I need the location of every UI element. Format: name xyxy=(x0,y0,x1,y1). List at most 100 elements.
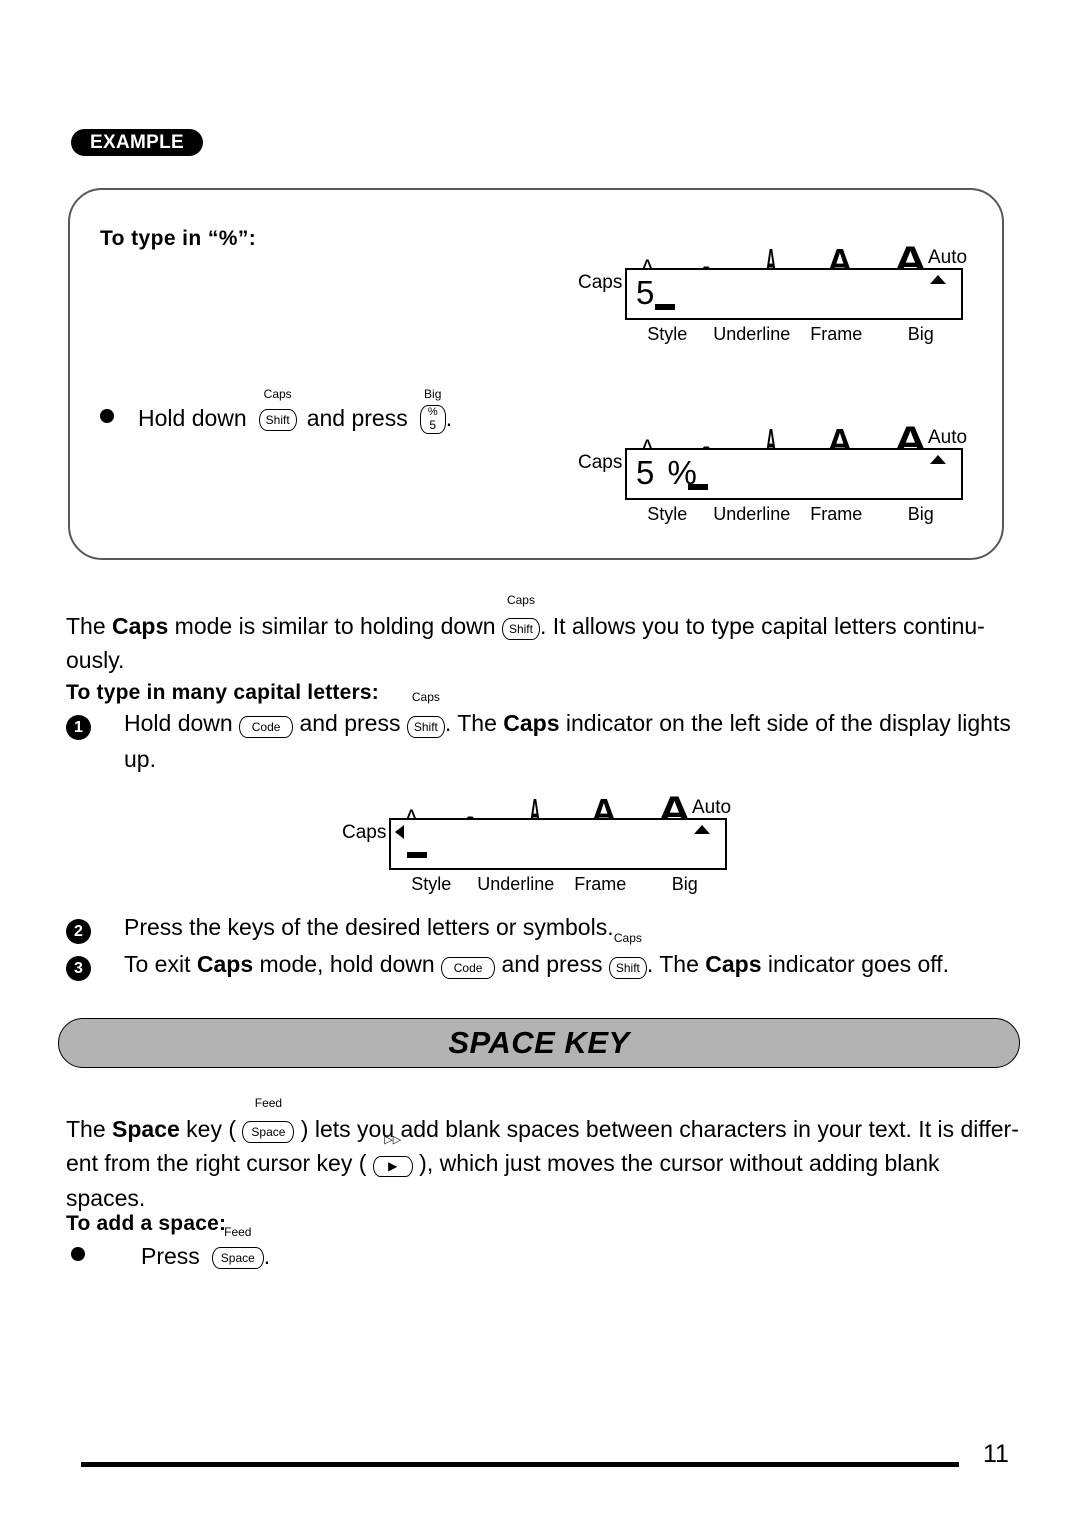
lcd-bottom-label-style: Style xyxy=(411,874,452,894)
lcd-auto-indicator-icon xyxy=(930,275,946,284)
key-cursor-right-paragraph[interactable]: ▷▷ ▶ xyxy=(372,1134,413,1182)
lcd-caps-label: Caps xyxy=(342,822,387,843)
lcd-bottom-label-style: Style xyxy=(647,324,688,344)
caps-step-3-p3: and press xyxy=(495,951,609,977)
key-shift-step3[interactable]: Caps Shift xyxy=(608,932,647,983)
caps-paragraph: The Caps mode is similar to holding down… xyxy=(66,594,1021,677)
caps-step-1-b1: Caps xyxy=(503,710,560,736)
step-number-1: 1 xyxy=(66,709,91,743)
lcd-bottom-label-underline: Underline xyxy=(713,324,791,344)
key-shift-label: Shift xyxy=(508,622,533,637)
key-shift-label: Shift xyxy=(413,719,438,734)
key-space-top-label: Feed xyxy=(224,1225,252,1239)
key-code-step3[interactable]: Code xyxy=(441,949,496,983)
lcd-auto-label: Auto xyxy=(692,797,732,818)
key-shift-paragraph[interactable]: Caps Shift xyxy=(501,594,540,644)
key-space-top-label: Feed xyxy=(254,1096,283,1111)
key-shift-top-label: Caps xyxy=(263,387,292,401)
caps-paragraph-b1: Caps xyxy=(112,613,169,639)
lcd-display-2: A A A A A Auto Caps 5 % Style Underline … xyxy=(578,418,988,528)
caps-step-1-p2: and press xyxy=(293,710,407,736)
example-step-text-middle: and press xyxy=(306,405,408,431)
section-banner-space-key: SPACE KEY xyxy=(58,1018,1020,1068)
caps-sub-heading: To type in many capital letters: xyxy=(66,681,379,704)
caps-paragraph-p4: ously. xyxy=(66,647,125,674)
example-badge-label: EXAMPLE xyxy=(90,131,184,153)
caps-step-1: 1 Hold down Code and press Caps Shift . Th… xyxy=(66,691,1026,776)
key-code-label: Code xyxy=(453,960,483,975)
lcd-bottom-label-underline: Underline xyxy=(477,874,555,894)
key-shift-top-label: Caps xyxy=(613,930,642,945)
caps-step-1-p3: . The xyxy=(444,710,504,736)
example-step-text-after: . xyxy=(445,405,453,431)
key-shift-label: Shift xyxy=(265,412,290,427)
space-paragraph-b1: Space xyxy=(112,1116,180,1142)
caps-step-3-p2: mode, hold down xyxy=(253,951,442,977)
caps-step-1-p4: indicator on the left side of the displa… xyxy=(559,710,1011,736)
key-shift-top-label: Caps xyxy=(411,689,440,704)
lcd-bottom-label-big: Big xyxy=(907,504,934,524)
caps-step-2-p1: Press the keys of the desired letters or… xyxy=(124,914,614,940)
lcd-bottom-label-frame: Frame xyxy=(810,324,863,344)
caps-paragraph-p2: mode is similar to holding down xyxy=(168,613,502,639)
caps-paragraph-p3: . It allows you to type capital letters … xyxy=(539,613,985,639)
example-step: Hold down Caps Shift and press Big % 5 . xyxy=(100,388,453,435)
space-step: Press Feed Space . xyxy=(71,1226,270,1270)
key-space-paragraph[interactable]: Feed Space xyxy=(242,1097,295,1147)
key-shift-step1[interactable]: Caps Shift xyxy=(406,691,445,742)
lcd-display-1: A A A A A Auto Caps 5 Style Underline Fr… xyxy=(578,238,988,348)
lcd-bottom-label-big: Big xyxy=(671,874,698,894)
section-banner-title: SPACE KEY xyxy=(448,1025,630,1060)
lcd-caps-label: Caps xyxy=(578,452,623,473)
space-paragraph: The Space key ( Feed Space ) lets you add… xyxy=(66,1097,1021,1215)
caps-step-1-p5: up. xyxy=(124,745,156,772)
lcd-cursor-icon-1 xyxy=(655,304,675,310)
key-percent-label2: 5 xyxy=(429,418,437,433)
lcd-auto-label: Auto xyxy=(928,247,968,268)
caps-step-3-p4: . The xyxy=(646,951,706,977)
key-percent-example[interactable]: Big % 5 xyxy=(419,388,446,435)
key-cursor-right-top-label: ▷▷ xyxy=(384,1133,402,1146)
bullet-icon xyxy=(71,1247,85,1261)
lcd-auto-indicator-icon xyxy=(930,455,946,464)
key-space-step[interactable]: Feed Space xyxy=(211,1226,264,1270)
space-paragraph-p6: spaces. xyxy=(66,1184,146,1211)
lcd-caps-indicator-icon xyxy=(395,825,404,839)
page-number: 11 xyxy=(983,1440,1009,1468)
lcd-auto-indicator-icon xyxy=(694,825,710,834)
lcd-display-3: A A A A A Auto Caps Style Underline Fram… xyxy=(342,788,752,898)
step-number-3: 3 xyxy=(66,950,91,984)
step-number-2: 2 xyxy=(66,913,91,947)
lcd-caps-label: Caps xyxy=(578,272,623,293)
footer-divider xyxy=(81,1462,959,1467)
bullet-icon xyxy=(100,409,114,423)
key-space-label: Space xyxy=(251,1125,286,1140)
key-cursor-right-label: ▶ xyxy=(388,1159,398,1174)
key-code-label: Code xyxy=(251,719,281,734)
example-heading: To type in “%”: xyxy=(100,227,257,250)
lcd-bottom-label-underline: Underline xyxy=(713,504,791,524)
lcd-bottom-label-frame: Frame xyxy=(810,504,863,524)
lcd-cursor-icon-2 xyxy=(688,484,708,490)
caps-step-3-p1: To exit xyxy=(124,951,197,977)
key-space-label: Space xyxy=(220,1250,255,1265)
example-badge: EXAMPLE xyxy=(71,129,203,156)
key-shift-top-label: Caps xyxy=(506,593,535,608)
lcd-bottom-label-style: Style xyxy=(647,504,688,524)
lcd-text-1: 5 xyxy=(636,274,657,311)
caps-step-2: 2 Press the keys of the desired letters … xyxy=(66,910,1026,947)
key-code-step1[interactable]: Code xyxy=(239,708,294,742)
caps-step-1-p1: Hold down xyxy=(124,710,240,736)
caps-step-3-b1: Caps xyxy=(196,951,254,977)
caps-step-3-p5: indicator goes off. xyxy=(761,951,950,977)
lcd-auto-label: Auto xyxy=(928,427,968,448)
key-shift-example[interactable]: Caps Shift xyxy=(258,388,297,432)
caps-step-3-b2: Caps xyxy=(705,951,762,977)
space-paragraph-p4: ent from the right cursor key ( xyxy=(66,1150,373,1177)
space-paragraph-p2: key ( xyxy=(179,1116,243,1142)
lcd-cursor-icon-3 xyxy=(407,852,427,858)
caps-step-3: 3 To exit Caps mode, hold down Code and … xyxy=(66,932,1026,984)
key-shift-label: Shift xyxy=(615,960,640,975)
space-sub-heading: To add a space: xyxy=(66,1212,227,1235)
lcd-bottom-label-big: Big xyxy=(907,324,934,344)
